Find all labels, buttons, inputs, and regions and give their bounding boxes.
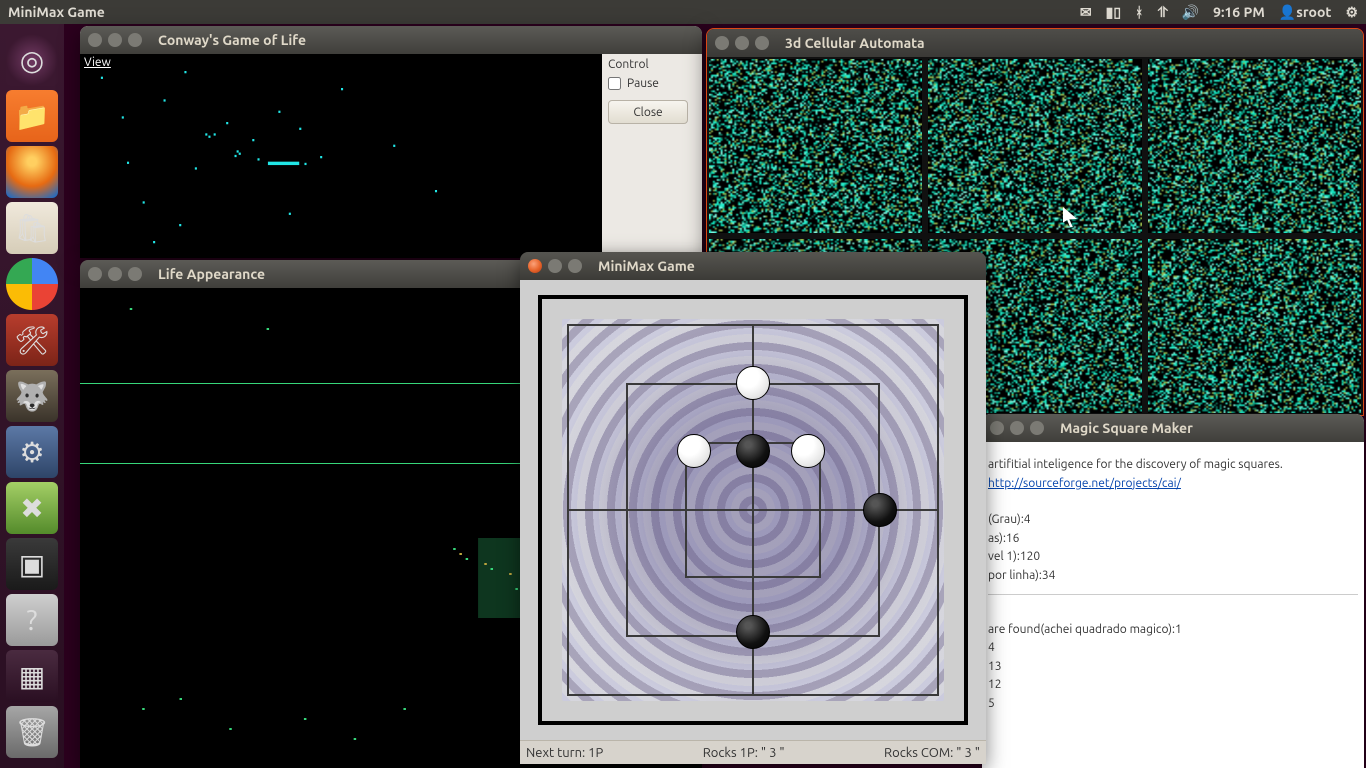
launcher-workspace-switcher[interactable]: ▦ xyxy=(6,650,58,702)
ca-tile[interactable] xyxy=(709,59,922,233)
maximize-icon[interactable] xyxy=(568,259,582,273)
stone-black[interactable] xyxy=(736,615,770,649)
window-magic-square: Magic Square Maker artifitial inteligenc… xyxy=(982,414,1364,768)
maximize-icon[interactable] xyxy=(755,36,769,50)
stone-black[interactable] xyxy=(863,493,897,527)
blank-line xyxy=(988,603,1358,621)
board-container xyxy=(520,280,986,740)
conway-viewport[interactable]: View xyxy=(80,54,602,258)
magic-output[interactable]: artifitial inteligence for the discovery… xyxy=(982,442,1364,768)
stone-black[interactable] xyxy=(736,434,770,468)
control-panel: Control Pause Close xyxy=(602,54,702,258)
launcher-help[interactable]: ? xyxy=(6,594,58,646)
maximize-icon[interactable] xyxy=(1030,421,1044,435)
pause-checkbox-row[interactable]: Pause xyxy=(608,77,696,90)
ca-tile[interactable] xyxy=(1148,59,1361,233)
view-menu[interactable]: View xyxy=(84,56,111,69)
minimize-icon[interactable] xyxy=(548,259,562,273)
window-title: Life Appearance xyxy=(158,266,265,282)
minimize-icon[interactable] xyxy=(1010,421,1024,435)
user-menu[interactable]: 👤 sroot xyxy=(1279,4,1332,21)
launcher-software-center[interactable]: 🛍 xyxy=(6,202,58,254)
active-app-name: MiniMax Game xyxy=(8,4,1080,20)
close-icon[interactable] xyxy=(528,259,542,273)
launcher-firefox[interactable] xyxy=(6,146,58,198)
launcher-settings[interactable]: 🛠 xyxy=(6,314,58,366)
magic-line: as):16 xyxy=(988,530,1358,549)
status-rocks-1p: Rocks 1P: " 3 " xyxy=(703,746,785,760)
close-button[interactable]: Close xyxy=(608,100,688,124)
window-title: 3d Cellular Automata xyxy=(785,35,925,51)
maximize-icon[interactable] xyxy=(128,267,142,281)
titlebar-conway[interactable]: Conway's Game of Life xyxy=(80,26,702,54)
panel-heading: Control xyxy=(608,58,696,71)
launcher-files[interactable]: 📁 xyxy=(6,90,58,142)
titlebar-magic[interactable]: Magic Square Maker xyxy=(982,414,1364,442)
magic-line: are found(achei quadrado magico):1 xyxy=(988,621,1358,640)
launcher-gear-app[interactable]: ⚙ xyxy=(6,426,58,478)
launcher: ◎ 📁 🛍 🛠 🐺 ⚙ ✖ ▣ ? ▦ 🗑 xyxy=(0,24,64,768)
window-title: Magic Square Maker xyxy=(1060,420,1193,436)
minimize-icon[interactable] xyxy=(735,36,749,50)
ca-tile[interactable] xyxy=(928,59,1141,233)
launcher-dash[interactable]: ◎ xyxy=(6,34,58,86)
launcher-chrome[interactable] xyxy=(6,258,58,310)
pause-label: Pause xyxy=(627,77,659,90)
magic-line: vel 1):120 xyxy=(988,548,1358,567)
close-icon[interactable] xyxy=(990,421,1004,435)
status-rocks-com: Rocks COM: " 3 " xyxy=(884,746,980,760)
magic-line: 5 xyxy=(988,695,1358,714)
status-turn: Next turn: 1P xyxy=(526,746,603,760)
magic-line: 13 xyxy=(988,658,1358,677)
menu-bar: MiniMax Game ✉ ▮▯ ᚼ ⥣ 🔊 9:16 PM 👤 sroot … xyxy=(0,0,1366,24)
magic-line: 12 xyxy=(988,676,1358,695)
launcher-trash[interactable]: 🗑 xyxy=(6,706,58,758)
window-body: View Control Pause xyxy=(80,54,702,258)
close-icon[interactable] xyxy=(715,36,729,50)
status-bar: Next turn: 1P Rocks 1P: " 3 " Rocks COM:… xyxy=(520,740,986,764)
separator xyxy=(988,594,1358,595)
ca-tile[interactable] xyxy=(1148,239,1361,413)
launcher-gimp[interactable]: 🐺 xyxy=(6,370,58,422)
window-conway: Conway's Game of Life View Control xyxy=(80,26,702,258)
gear-icon[interactable]: ⚙ xyxy=(1345,4,1358,21)
volume-icon[interactable]: 🔊 xyxy=(1182,4,1199,21)
minimize-icon[interactable] xyxy=(108,33,122,47)
stone-white[interactable] xyxy=(677,434,711,468)
magic-line-link: http://sourceforge.net/projects/cai/ xyxy=(988,475,1358,494)
network-icon[interactable]: ⥣ xyxy=(1157,4,1167,21)
indicator-area: ✉ ▮▯ ᚼ ⥣ 🔊 9:16 PM 👤 sroot ⚙ xyxy=(1080,4,1358,21)
titlebar-3d[interactable]: 3d Cellular Automata xyxy=(707,29,1363,57)
minimize-icon[interactable] xyxy=(108,267,122,281)
conway-cells xyxy=(80,54,602,258)
close-icon[interactable] xyxy=(88,267,102,281)
window-body: Next turn: 1P Rocks 1P: " 3 " Rocks COM:… xyxy=(520,280,986,764)
blank-line xyxy=(988,493,1358,511)
maximize-icon[interactable] xyxy=(128,33,142,47)
magic-line: 4 xyxy=(988,639,1358,658)
battery-icon[interactable]: ▮▯ xyxy=(1106,4,1121,21)
stone-white[interactable] xyxy=(791,434,825,468)
window-minimax: MiniMax Game Next turn: 1P Rocks 1P: " 3… xyxy=(520,252,986,764)
magic-line: artifitial inteligence for the discovery… xyxy=(988,456,1358,475)
bluetooth-icon[interactable]: ᚼ xyxy=(1135,4,1143,20)
close-icon[interactable] xyxy=(88,33,102,47)
window-title: Conway's Game of Life xyxy=(158,32,306,48)
launcher-misc[interactable]: ▣ xyxy=(6,538,58,590)
game-board[interactable] xyxy=(538,295,968,725)
window-title: MiniMax Game xyxy=(598,258,695,274)
pause-checkbox[interactable] xyxy=(608,77,621,90)
clock[interactable]: 9:16 PM xyxy=(1213,4,1265,20)
magic-line: por linha):34 xyxy=(988,567,1358,586)
stone-white[interactable] xyxy=(736,366,770,400)
mail-icon[interactable]: ✉ xyxy=(1080,4,1092,21)
magic-line: (Grau):4 xyxy=(988,511,1358,530)
launcher-tools[interactable]: ✖ xyxy=(6,482,58,534)
titlebar-minimax[interactable]: MiniMax Game xyxy=(520,252,986,280)
